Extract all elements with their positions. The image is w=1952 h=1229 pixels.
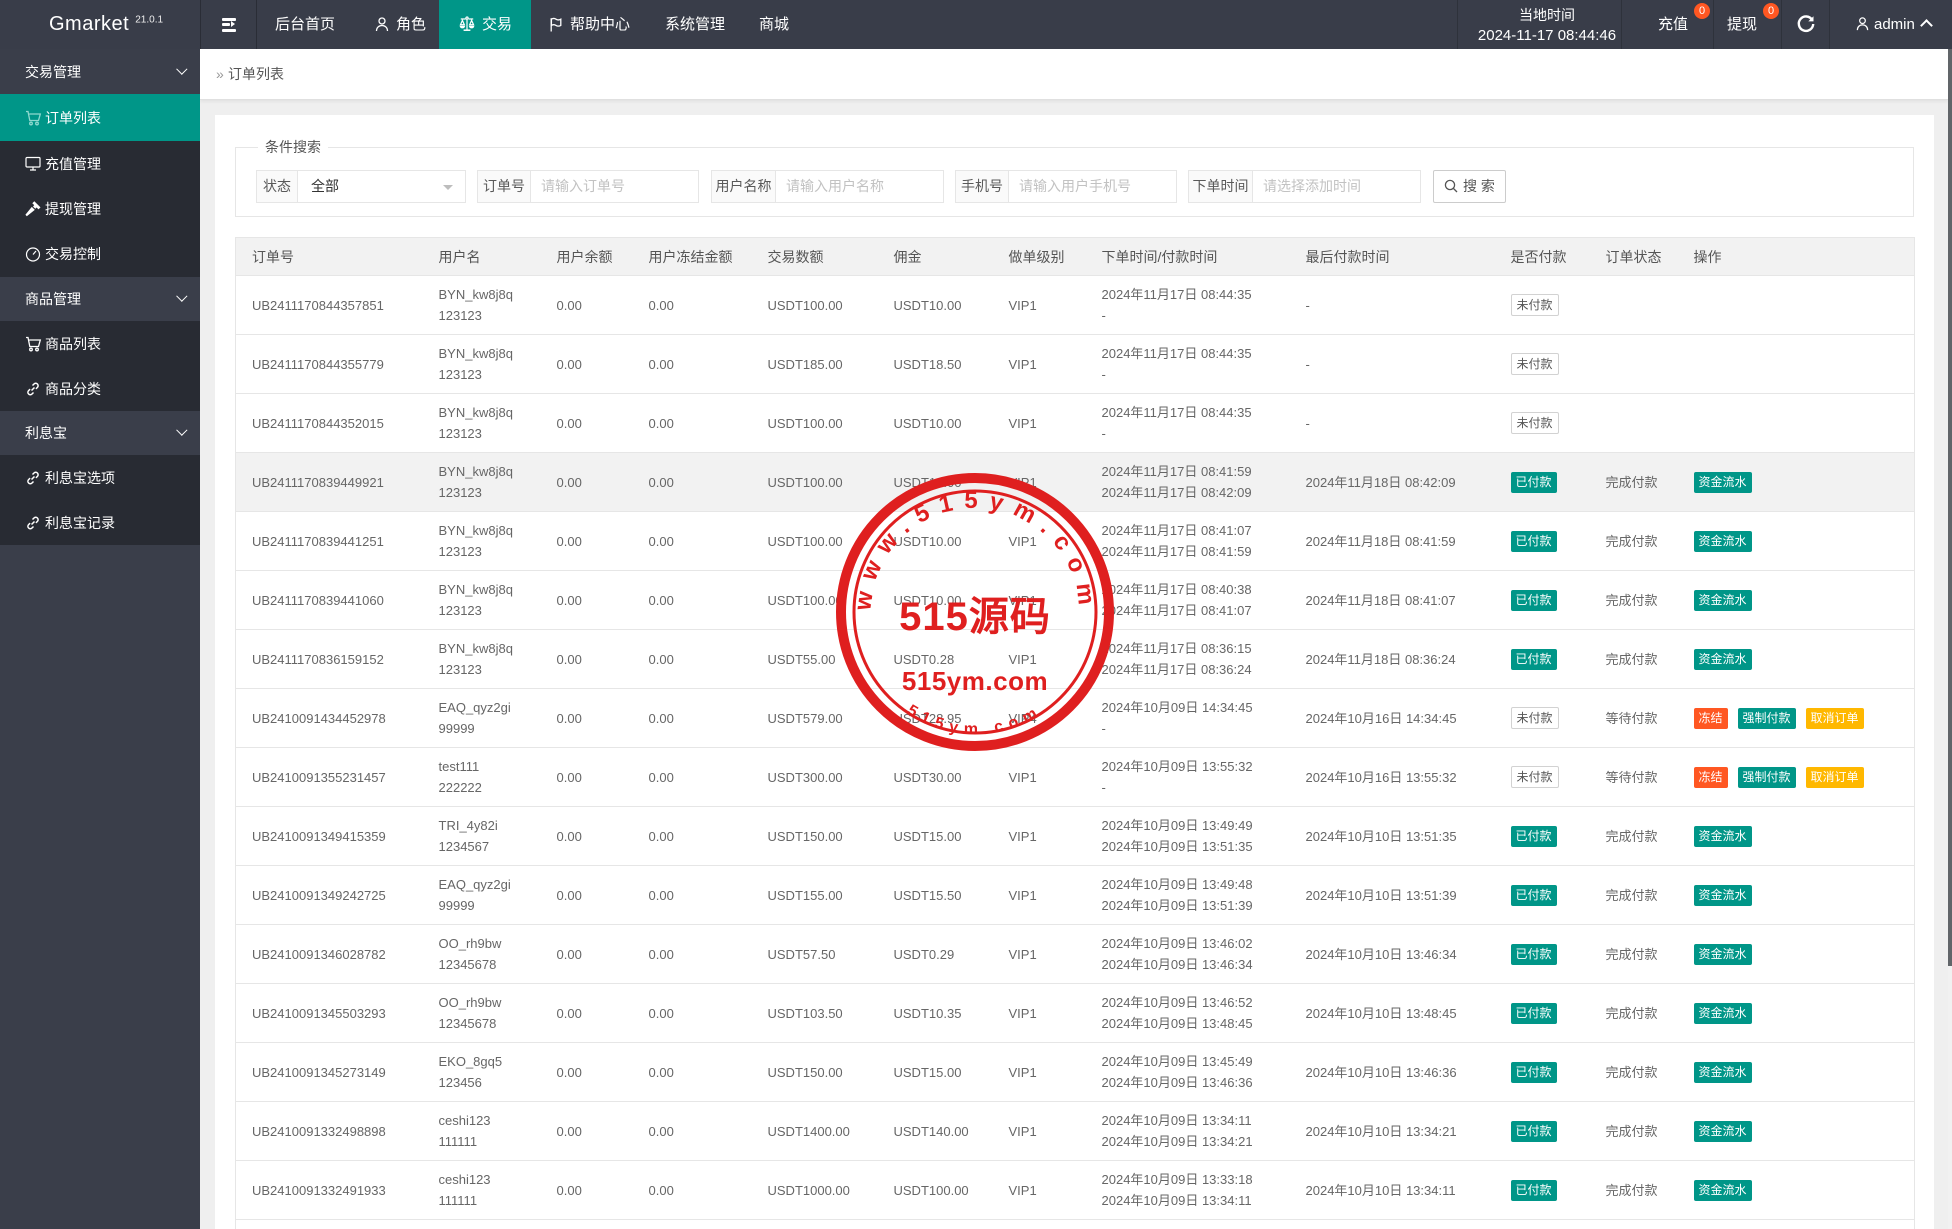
svg-text:515源码: 515源码 — [899, 584, 1051, 642]
svg-text:515ym.com: 515ym.com — [902, 666, 1048, 696]
